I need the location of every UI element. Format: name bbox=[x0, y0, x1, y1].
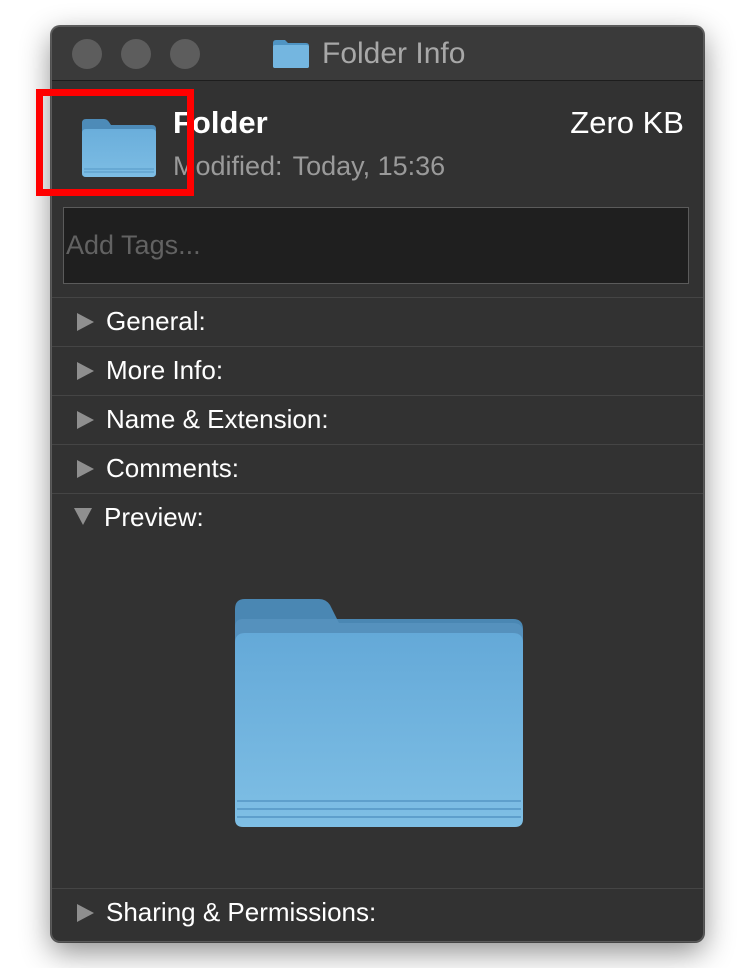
disclosure-triangle-icon[interactable] bbox=[77, 312, 94, 331]
modified-info: Modified: Today, 15:36 bbox=[173, 151, 445, 182]
section-label: Preview: bbox=[104, 502, 204, 532]
disclosure-triangle-open-icon[interactable] bbox=[74, 508, 92, 525]
close-button[interactable] bbox=[72, 39, 102, 69]
section-preview[interactable]: Preview: bbox=[52, 493, 703, 541]
zoom-button[interactable] bbox=[170, 39, 200, 69]
section-label: Name & Extension: bbox=[106, 404, 329, 434]
info-window: Folder Info Folder Zero KB Modified: Toda… bbox=[51, 26, 704, 942]
section-name-extension[interactable]: Name & Extension: bbox=[52, 395, 703, 443]
file-icon[interactable] bbox=[80, 117, 158, 184]
folder-icon bbox=[82, 119, 156, 177]
tags-field[interactable] bbox=[63, 207, 689, 284]
minimize-button[interactable] bbox=[121, 39, 151, 69]
section-general[interactable]: General: bbox=[52, 297, 703, 345]
section-label: General: bbox=[106, 306, 206, 336]
file-size: Zero KB bbox=[570, 105, 684, 140]
title-bar[interactable]: Folder Info bbox=[52, 27, 703, 81]
disclosure-triangle-icon[interactable] bbox=[77, 459, 94, 478]
modified-value: Today, 15:36 bbox=[292, 151, 446, 181]
preview-image bbox=[233, 597, 525, 834]
section-more-info[interactable]: More Info: bbox=[52, 346, 703, 394]
folder-icon bbox=[273, 40, 309, 68]
window-title-text: Folder Info bbox=[322, 37, 466, 70]
section-sharing-permissions[interactable]: Sharing & Permissions: bbox=[52, 888, 703, 936]
modified-label: Modified: bbox=[173, 151, 283, 181]
file-name: Folder bbox=[173, 105, 268, 140]
window-title: Folder Info bbox=[272, 37, 465, 71]
disclosure-triangle-icon[interactable] bbox=[77, 410, 94, 429]
section-comments[interactable]: Comments: bbox=[52, 444, 703, 492]
section-label: Sharing & Permissions: bbox=[106, 897, 377, 927]
section-label: More Info: bbox=[106, 355, 224, 385]
disclosure-triangle-icon[interactable] bbox=[77, 903, 94, 922]
folder-icon bbox=[235, 599, 523, 827]
disclosure-triangle-icon[interactable] bbox=[77, 361, 94, 380]
section-label: Comments: bbox=[106, 453, 239, 483]
